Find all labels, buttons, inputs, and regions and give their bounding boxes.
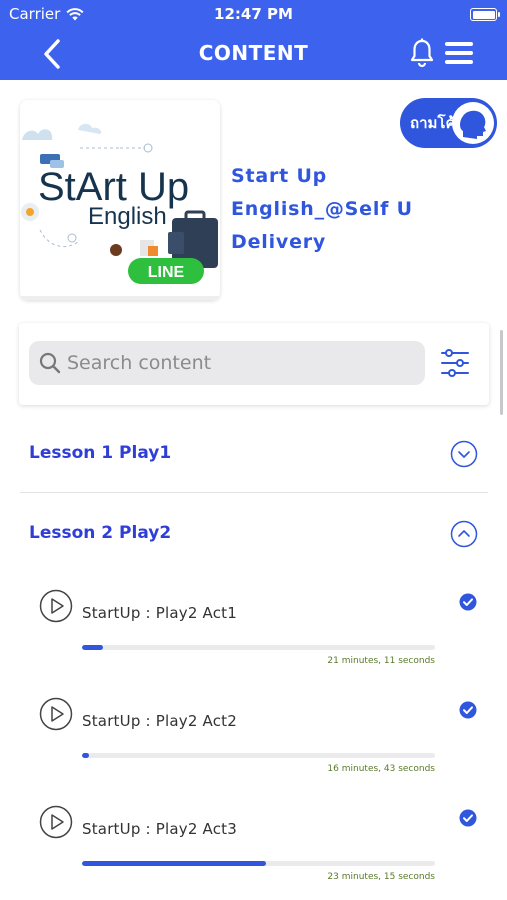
chevron-up-icon[interactable] <box>450 520 478 548</box>
check-circle-icon <box>459 701 477 719</box>
progress-bar <box>82 861 435 866</box>
cover-title-english: English <box>88 203 167 230</box>
nav-bar: CONTENT <box>0 28 507 80</box>
status-time: 12:47 PM <box>214 5 293 23</box>
content-item[interactable]: StartUp : Play2 Act1 21 minutes, 11 seco… <box>0 589 507 689</box>
chevron-down-icon[interactable] <box>450 440 478 468</box>
play-icon[interactable] <box>39 589 73 623</box>
lesson-title: Lesson 2 Play2 <box>29 523 172 543</box>
search-icon <box>39 352 61 374</box>
course-title: Start Up English_@Self U Delivery <box>231 165 413 253</box>
content-item-name: StartUp : Play2 Act2 <box>82 712 237 730</box>
content-item[interactable]: StartUp : Play2 Act2 16 minutes, 43 seco… <box>0 697 507 797</box>
hamburger-menu-icon[interactable] <box>444 40 474 66</box>
lesson-divider <box>20 492 488 493</box>
top-bar: Carrier 12:47 PM CONTENT <box>0 0 507 80</box>
lesson-header-2[interactable]: Lesson 2 Play2 <box>20 503 488 563</box>
search-box[interactable] <box>29 341 425 385</box>
content-item-name: StartUp : Play2 Act3 <box>82 820 237 838</box>
content-item-name: StartUp : Play2 Act1 <box>82 604 237 622</box>
content-item-duration: 21 minutes, 11 seconds <box>327 656 435 666</box>
battery-icon <box>470 8 500 21</box>
search-input[interactable] <box>67 352 407 374</box>
cover-line-badge: LINE <box>148 264 185 281</box>
bell-icon[interactable] <box>409 38 435 68</box>
content-item-duration: 16 minutes, 43 seconds <box>327 764 435 774</box>
lesson-header-1[interactable]: Lesson 1 Play1 <box>20 423 488 483</box>
lesson-title: Lesson 1 Play1 <box>29 443 172 463</box>
check-circle-icon <box>459 593 477 611</box>
progress-bar <box>82 753 435 758</box>
play-icon[interactable] <box>39 697 73 731</box>
status-bar: Carrier 12:47 PM <box>0 0 507 28</box>
ask-coach-button[interactable]: ถามโค้ช <box>400 98 497 148</box>
check-circle-icon <box>459 809 477 827</box>
content-item[interactable]: StartUp : Play2 Act3 23 minutes, 15 seco… <box>0 805 507 900</box>
scrollbar[interactable] <box>500 330 503 415</box>
progress-bar <box>82 645 435 650</box>
content-item-duration: 23 minutes, 15 seconds <box>327 872 435 882</box>
coach-head-icon <box>452 102 494 144</box>
play-icon[interactable] <box>39 805 73 839</box>
course-cover-image: StArt Up English LINE <box>20 100 220 300</box>
search-card <box>19 323 489 405</box>
filter-sliders-icon[interactable] <box>439 347 471 379</box>
